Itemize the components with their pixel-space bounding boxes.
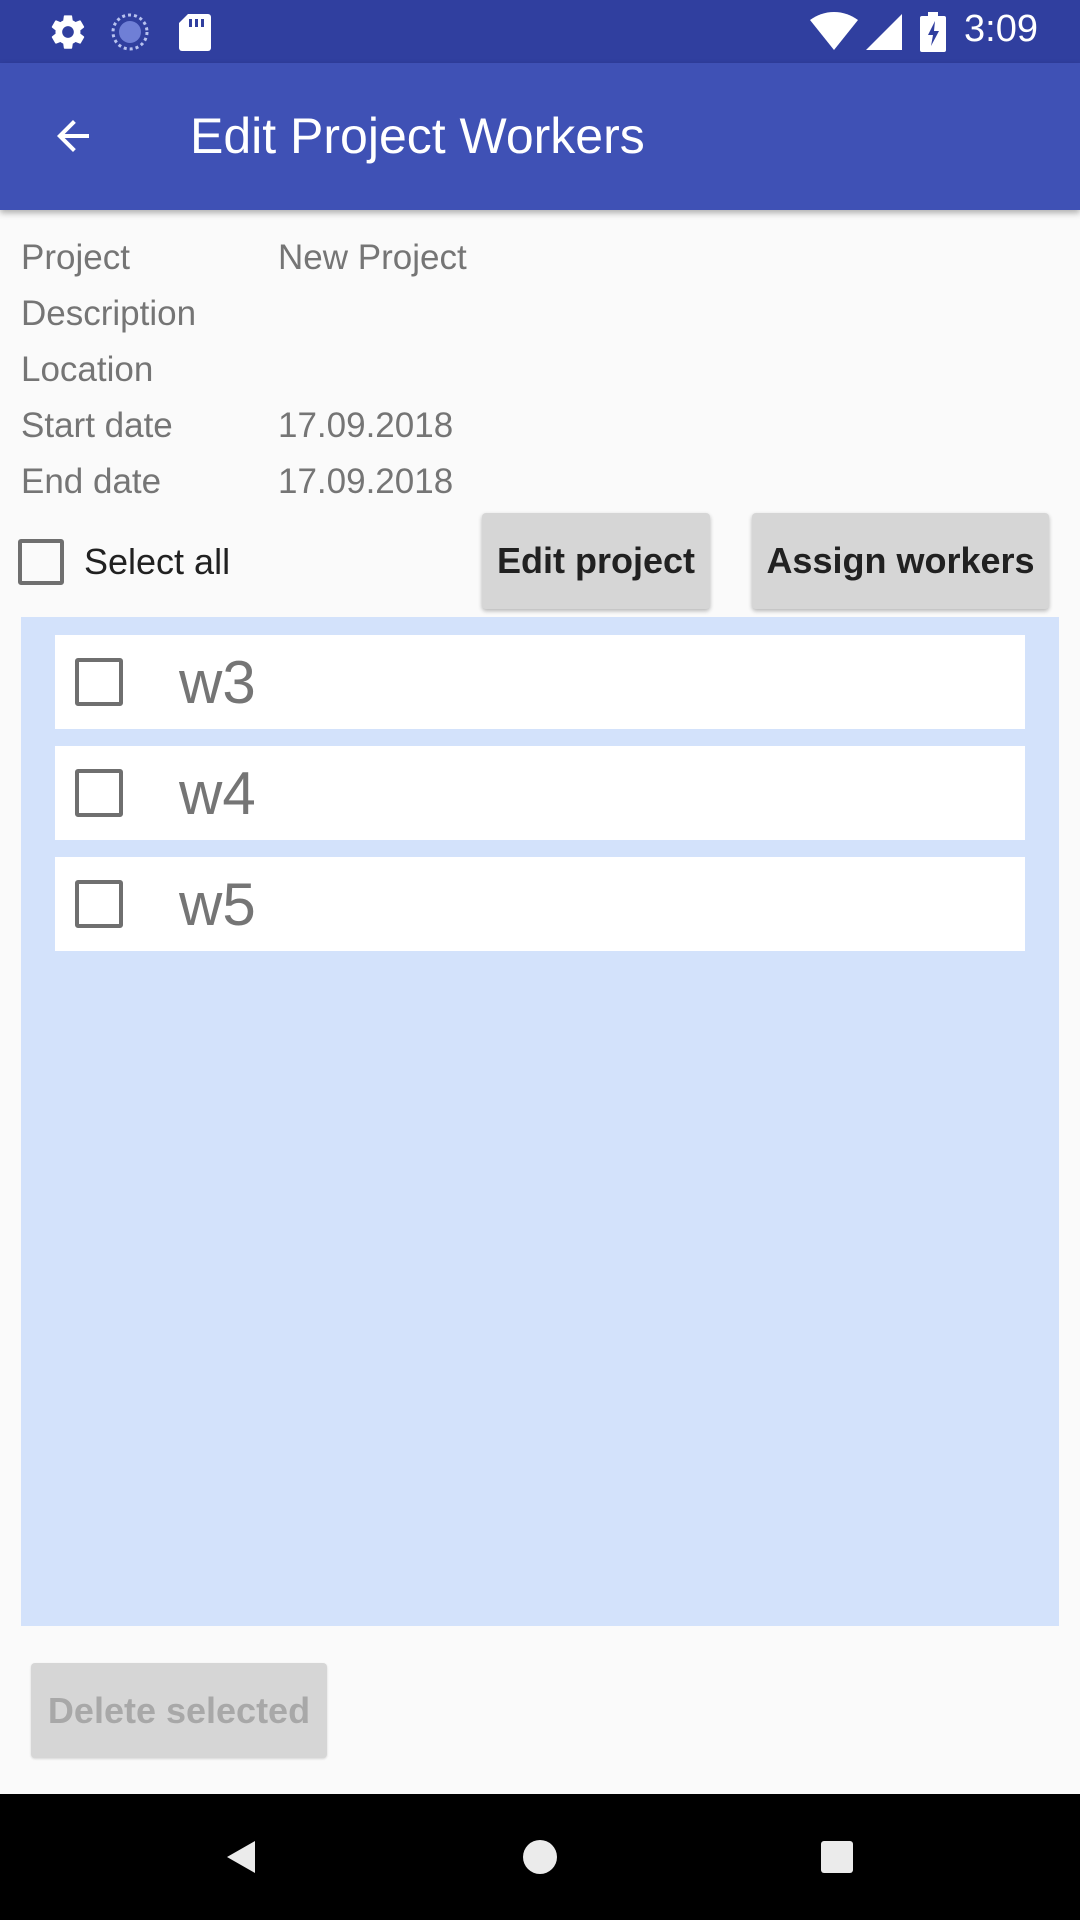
status-bar: 3:09	[0, 0, 1080, 63]
end-date-label: End date	[21, 462, 162, 501]
nav-home-button[interactable]	[507, 1824, 573, 1890]
description-label: Description	[21, 294, 197, 333]
worker-checkbox[interactable]	[75, 658, 123, 706]
nav-back-button[interactable]	[208, 1824, 274, 1890]
back-button[interactable]	[40, 103, 106, 169]
assign-workers-button[interactable]: Assign workers	[752, 513, 1049, 609]
signal-icon	[866, 12, 902, 57]
battery-charging-icon	[920, 12, 946, 57]
back-triangle-icon	[227, 1841, 255, 1873]
list-item-w5[interactable]: w5	[55, 857, 1025, 951]
sd-card-icon	[178, 12, 212, 57]
worker-list[interactable]: w3 w4 w5	[21, 617, 1059, 1626]
select-all-checkbox[interactable]	[18, 539, 64, 585]
worker-checkbox[interactable]	[75, 880, 123, 928]
project-label: Project	[21, 238, 130, 277]
list-item-w4[interactable]: w4	[55, 746, 1025, 840]
system-nav-bar	[0, 1794, 1080, 1920]
app-bar: Edit Project Workers	[0, 63, 1080, 210]
worker-name: w4	[179, 759, 256, 827]
home-circle-icon	[523, 1840, 557, 1874]
start-date-label: Start date	[21, 406, 173, 445]
list-item-w3[interactable]: w3	[55, 635, 1025, 729]
nav-recents-button[interactable]	[804, 1824, 870, 1890]
arrow-back-icon	[57, 120, 89, 152]
loading-circle-icon	[110, 12, 150, 57]
worker-checkbox[interactable]	[75, 769, 123, 817]
worker-name: w5	[179, 870, 256, 938]
location-label: Location	[21, 350, 154, 389]
edit-project-button[interactable]: Edit project	[482, 513, 710, 609]
select-all-label: Select all	[84, 541, 231, 582]
select-all-row[interactable]: Select all	[18, 537, 230, 587]
status-time: 3:09	[964, 8, 1038, 50]
end-date-value: 17.09.2018	[278, 462, 454, 501]
page-title: Edit Project Workers	[190, 108, 645, 164]
worker-name: w3	[179, 648, 256, 716]
delete-selected-button[interactable]: Delete selected	[31, 1663, 327, 1758]
start-date-value: 17.09.2018	[278, 406, 454, 445]
project-value: New Project	[278, 238, 467, 277]
recents-square-icon	[821, 1841, 853, 1873]
wifi-icon	[810, 12, 858, 57]
gear-icon	[48, 12, 88, 57]
